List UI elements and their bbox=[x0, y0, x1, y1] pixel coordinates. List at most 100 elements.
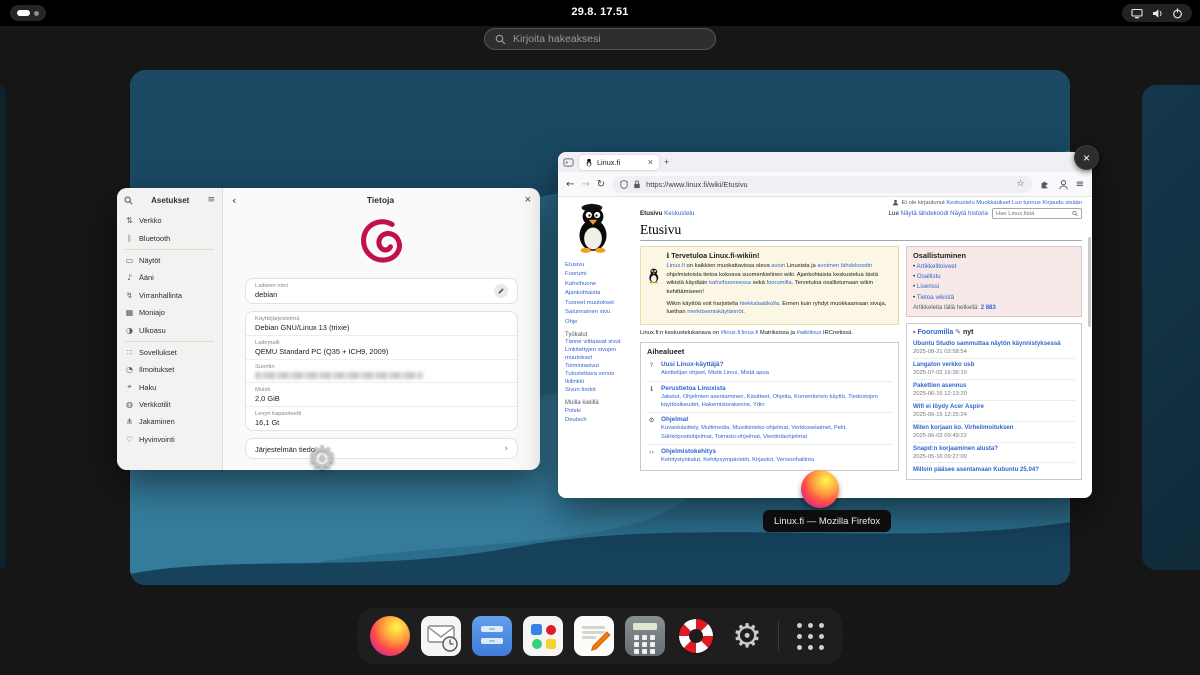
wiki-sidebar-link[interactable]: Tuoreet muutokset bbox=[565, 299, 634, 308]
forum-post[interactable]: Pakettien asennus 2025-06-16 12:13:20 bbox=[913, 379, 1075, 400]
scrollbar[interactable] bbox=[1088, 237, 1091, 327]
tab-close-icon[interactable]: × bbox=[648, 157, 653, 167]
wiki-sidebar-link[interactable]: Deutsch bbox=[565, 416, 634, 425]
wiki-sidebar-link[interactable]: Kahvihuone bbox=[565, 280, 634, 289]
forum-post[interactable]: Milloin pääsee asentamaan Kubuntu 25.04? bbox=[913, 462, 1075, 477]
dock-icon-show-apps[interactable] bbox=[790, 616, 830, 656]
forum-post[interactable]: Snapd:n korjaaminen alusta? 2025-05-16 0… bbox=[913, 442, 1075, 463]
welcome-paragraph[interactable]: Linux.fi on kaikkien muokattavissa oleva… bbox=[667, 262, 892, 297]
dock-icon-files[interactable] bbox=[472, 616, 512, 656]
clock[interactable]: 29.8. 17.51 bbox=[0, 6, 1200, 18]
account-icon[interactable] bbox=[1058, 179, 1069, 190]
back-icon[interactable]: ‹ bbox=[232, 194, 236, 207]
wiki-search-input[interactable] bbox=[996, 211, 1070, 217]
wiki-sidebar-link[interactable]: Ohje bbox=[565, 318, 634, 327]
settings-nav-item[interactable]: ⌖ Haku bbox=[117, 379, 222, 396]
forum-post-title[interactable]: Wifi ei löydy Acer Aspire bbox=[913, 403, 1075, 411]
wiki-sidebar-link[interactable]: Satunnainen sivu bbox=[565, 308, 634, 317]
settings-window[interactable]: Asetukset ≡ ⇅ Verkko ᛒ Bluetooth ▭ Näytö… bbox=[117, 188, 540, 470]
settings-nav-item[interactable]: ∷ Sovellukset bbox=[117, 344, 222, 361]
settings-nav-item[interactable]: ◍ Verkkotilit bbox=[117, 396, 222, 413]
wiki-sidebar-link[interactable]: Linkitettyjen sivujen muutokset bbox=[565, 347, 634, 363]
system-details-row[interactable]: Järjestelmän tiedot › bbox=[245, 438, 518, 459]
shield-icon[interactable] bbox=[620, 180, 628, 189]
topic-links[interactable]: Jakelut, Ohjelmien asentaminen, Käsittee… bbox=[661, 393, 892, 410]
search-input[interactable] bbox=[513, 33, 693, 45]
system-tray[interactable] bbox=[1122, 4, 1192, 22]
topic-links[interactable]: Aloittelijan ohjeet, Mistä Linux, Mistä … bbox=[661, 369, 769, 377]
settings-nav-item[interactable]: ᛒ Bluetooth bbox=[117, 229, 222, 246]
dock-icon-text-editor[interactable] bbox=[574, 616, 614, 656]
url-bar[interactable]: https://www.linux.fi/wiki/Etusivu ☆ bbox=[612, 176, 1032, 193]
forum-post-title[interactable]: Milloin pääsee asentamaan Kubuntu 25.04? bbox=[913, 466, 1075, 474]
settings-nav-item[interactable]: ⇅ Verkko bbox=[117, 212, 222, 229]
forum-post[interactable]: Miten korjaan ko. Virheilmoituksen 2025-… bbox=[913, 421, 1075, 442]
topic-links[interactable]: Kehitystyökalut, Kehitysympäristöt, Kirj… bbox=[661, 456, 814, 464]
dock-icon-evolution[interactable] bbox=[421, 616, 461, 656]
wiki-search[interactable] bbox=[992, 208, 1082, 219]
close-icon[interactable]: × bbox=[525, 194, 531, 206]
reload-icon[interactable]: ↻ bbox=[597, 179, 605, 190]
dock-icon-settings[interactable]: ⚙ bbox=[727, 616, 767, 656]
bookmark-star-icon[interactable]: ☆ bbox=[1017, 179, 1025, 189]
browser-tab[interactable]: Linux.fi × bbox=[579, 155, 659, 170]
wiki-sidebar-link[interactable]: Etusivu bbox=[565, 261, 634, 270]
search-icon[interactable] bbox=[124, 196, 133, 205]
view-tabs[interactable]: Lue Näytä lähdekoodi Näytä historia bbox=[889, 210, 988, 217]
personal-bar[interactable]: Et ole kirjautunut Keskustelu Muokkaukse… bbox=[640, 199, 1082, 206]
wiki-sidebar-link[interactable]: Toimintasivut bbox=[565, 363, 634, 371]
forum-post-title[interactable]: Snapd:n korjaaminen alusta? bbox=[913, 445, 1075, 453]
dock-icon-calculator[interactable] bbox=[625, 616, 665, 656]
forum-post-title[interactable]: Ubuntu Studio sammuttaa näytön käynnisty… bbox=[913, 340, 1075, 348]
article-count[interactable]: Artikkeleita tällä hetkellä: 2 883 bbox=[913, 305, 1075, 311]
participation-link[interactable]: Osallistu bbox=[913, 272, 1075, 282]
extensions-icon[interactable] bbox=[1040, 179, 1051, 190]
edit-button[interactable] bbox=[494, 284, 508, 298]
dock-icon-help[interactable] bbox=[676, 616, 716, 656]
forum-post[interactable]: Wifi ei löydy Acer Aspire 2025-06-15 12:… bbox=[913, 400, 1075, 421]
topic-title[interactable]: Ohjelmistokehitys bbox=[661, 448, 814, 455]
topic-title[interactable]: Ohjelmat bbox=[661, 416, 892, 423]
forum-post-title[interactable]: Pakettien asennus bbox=[913, 382, 1075, 390]
participation-link[interactable]: Tietoa wikistä bbox=[913, 293, 1075, 303]
dock-icon-firefox[interactable] bbox=[370, 616, 410, 656]
settings-nav-item[interactable]: ↯ Virranhallinta bbox=[117, 287, 222, 304]
settings-nav-item[interactable]: ◔ Ilmoitukset bbox=[117, 361, 222, 378]
wiki-sidebar-link[interactable]: Sivun tiedot bbox=[565, 387, 634, 395]
wiki-sidebar-link[interactable]: Foorumi bbox=[565, 270, 634, 279]
new-tab-icon[interactable]: + bbox=[664, 157, 669, 167]
irc-line[interactable]: Linux.fi:n keskustelukanava on #linux.fi… bbox=[640, 329, 899, 337]
wiki-sidebar-link[interactable]: Ajankohtaista bbox=[565, 289, 634, 298]
forum-post-title[interactable]: Miten korjaan ko. Virheilmoituksen bbox=[913, 424, 1075, 432]
firefox-view-icon[interactable] bbox=[563, 157, 574, 168]
settings-nav-item[interactable]: ◑ Ulkoasu bbox=[117, 321, 222, 338]
participation-link[interactable]: Artikkelitoiveet bbox=[913, 262, 1075, 272]
settings-nav-item[interactable]: ♡ Hyvinvointi bbox=[117, 431, 222, 448]
workspace-preview-left[interactable] bbox=[0, 85, 6, 570]
topic-links[interactable]: Kuvankäsittely, Multimedia, Musiikinteko… bbox=[661, 424, 892, 441]
forum-title[interactable]: ▪ Foorumilla ✎ nyt bbox=[913, 328, 1075, 336]
settings-nav-item[interactable]: ⋔ Jakaminen bbox=[117, 413, 222, 430]
participation-link[interactable]: Lisenssi bbox=[913, 282, 1075, 292]
firefox-window[interactable]: Linux.fi × + ∨ ← → ↻ https://www.linux.f… bbox=[558, 152, 1092, 498]
linuxfi-logo[interactable] bbox=[571, 201, 634, 258]
forum-post[interactable]: Ubuntu Studio sammuttaa näytön käynnisty… bbox=[913, 338, 1075, 358]
wiki-sidebar-link[interactable]: Polski bbox=[565, 407, 634, 416]
window-close-button[interactable]: × bbox=[1074, 145, 1099, 170]
settings-nav-item[interactable]: ♪ Ääni bbox=[117, 269, 222, 286]
topic-title[interactable]: Perustietoa Linuxista bbox=[661, 385, 892, 392]
page-tabs[interactable]: Etusivu Keskustelu bbox=[640, 210, 694, 217]
settings-nav-item[interactable]: ▭ Näytöt bbox=[117, 252, 222, 269]
wiki-sidebar-link[interactable]: Ikilinkki bbox=[565, 379, 634, 387]
forum-post-title[interactable]: Langaton verkko usb bbox=[913, 361, 1075, 369]
back-icon[interactable]: ← bbox=[566, 179, 574, 190]
topic-title[interactable]: Uusi Linux-käyttäjä? bbox=[661, 361, 769, 368]
overview-search[interactable] bbox=[484, 28, 716, 50]
forum-post[interactable]: Langaton verkko usb 2025-07-02 16:36:10 bbox=[913, 358, 1075, 379]
search-icon[interactable] bbox=[1072, 210, 1078, 217]
settings-nav-item[interactable]: ▦ Moniajo bbox=[117, 304, 222, 321]
wiki-sidebar-link[interactable]: Tulostettava versio bbox=[565, 371, 634, 379]
welcome-paragraph[interactable]: Wikin käyttöä voit harjoitella hiekkalaa… bbox=[667, 300, 892, 317]
forward-icon[interactable]: → bbox=[581, 179, 589, 190]
menu-icon[interactable]: ≡ bbox=[207, 195, 215, 205]
